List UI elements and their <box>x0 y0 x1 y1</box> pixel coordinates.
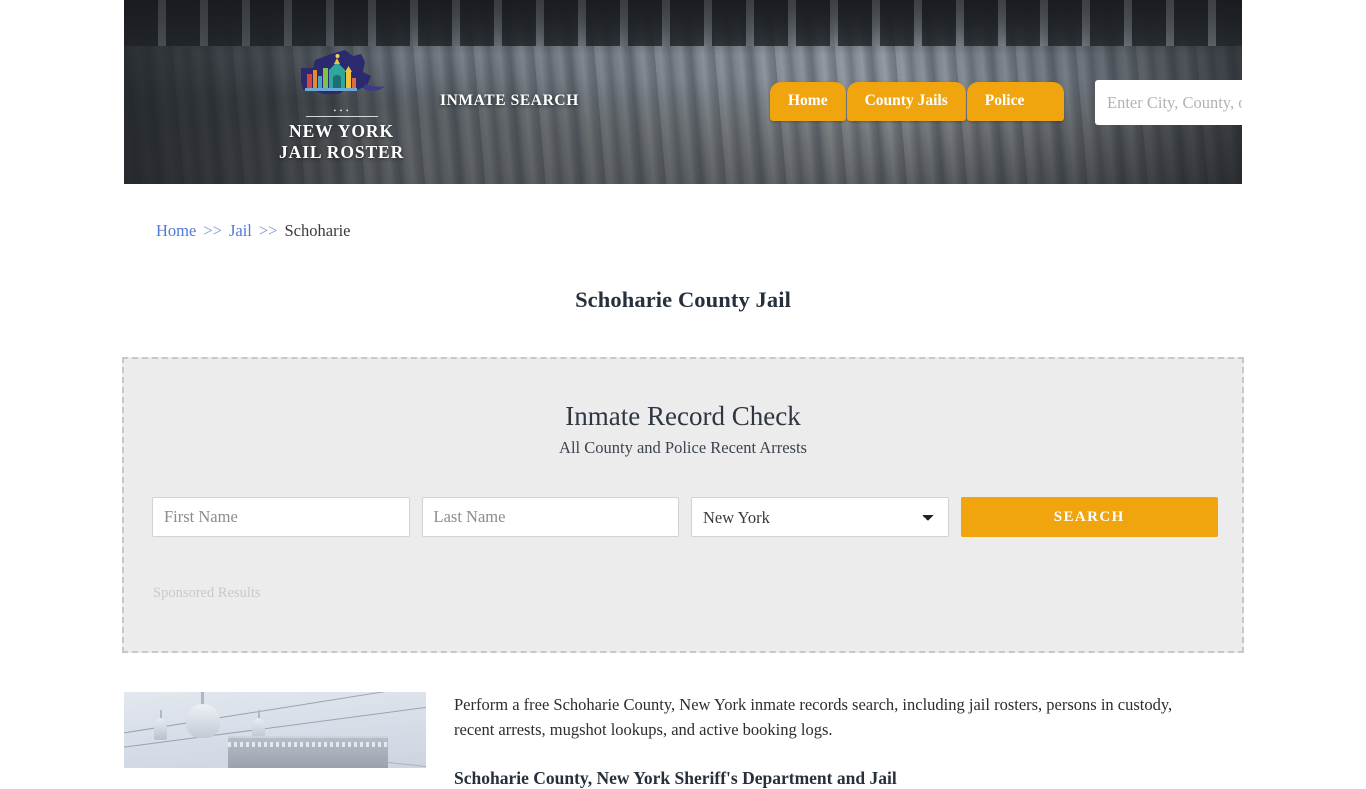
site-header: NEW YORK JAIL ROSTER INMATE SEARCH Home … <box>124 0 1242 184</box>
sponsored-results-label: Sponsored Results <box>153 585 261 601</box>
panel-title: Inmate Record Check <box>565 401 801 431</box>
photo-dome <box>186 704 220 738</box>
logo-text-line-1: NEW YORK <box>289 121 394 141</box>
inmate-search-form: New York SEARCH <box>152 497 1218 537</box>
photo-building <box>228 736 388 768</box>
state-select[interactable]: New York <box>691 497 949 537</box>
header-tagline: INMATE SEARCH <box>440 92 579 109</box>
new-york-state-logo-icon <box>301 50 385 94</box>
inmate-record-check-panel: Inmate Record Check All County and Polic… <box>122 357 1244 653</box>
panel-subtitle: All County and Police Recent Arrests <box>559 438 807 457</box>
main-navigation: Home County Jails Police <box>770 82 1065 121</box>
breadcrumb-separator-2: >> <box>258 221 278 240</box>
last-name-input[interactable] <box>421 497 679 537</box>
breadcrumb-separator-1: >> <box>203 221 222 240</box>
logo-divider <box>305 116 378 117</box>
content-text-block: Perform a free Schoharie County, New Yor… <box>454 692 1214 789</box>
header-search <box>1095 80 1242 125</box>
photo-turret-left <box>154 718 167 740</box>
logo-text-line-2: JAIL ROSTER <box>279 142 405 162</box>
breadcrumb-link-jail[interactable]: Jail <box>229 221 252 240</box>
site-logo[interactable]: NEW YORK JAIL ROSTER <box>279 46 404 163</box>
nav-item-home[interactable]: Home <box>770 82 846 121</box>
first-name-input[interactable] <box>152 497 410 537</box>
content-heading: Schoharie County, New York Sheriff's Dep… <box>454 768 897 788</box>
breadcrumb-current: Schoharie <box>284 221 351 240</box>
page-title: Schoharie County Jail <box>575 287 791 313</box>
search-button[interactable]: SEARCH <box>960 497 1218 537</box>
nav-item-police[interactable]: Police <box>966 82 1065 121</box>
content-paragraph: Perform a free Schoharie County, New Yor… <box>454 695 1173 739</box>
breadcrumb: Home >> Jail >> Schoharie <box>156 220 350 242</box>
county-jail-photo <box>124 692 426 768</box>
nav-item-county-jails[interactable]: County Jails <box>846 82 966 121</box>
header-search-input[interactable] <box>1095 80 1242 125</box>
breadcrumb-link-home[interactable]: Home <box>156 221 196 240</box>
